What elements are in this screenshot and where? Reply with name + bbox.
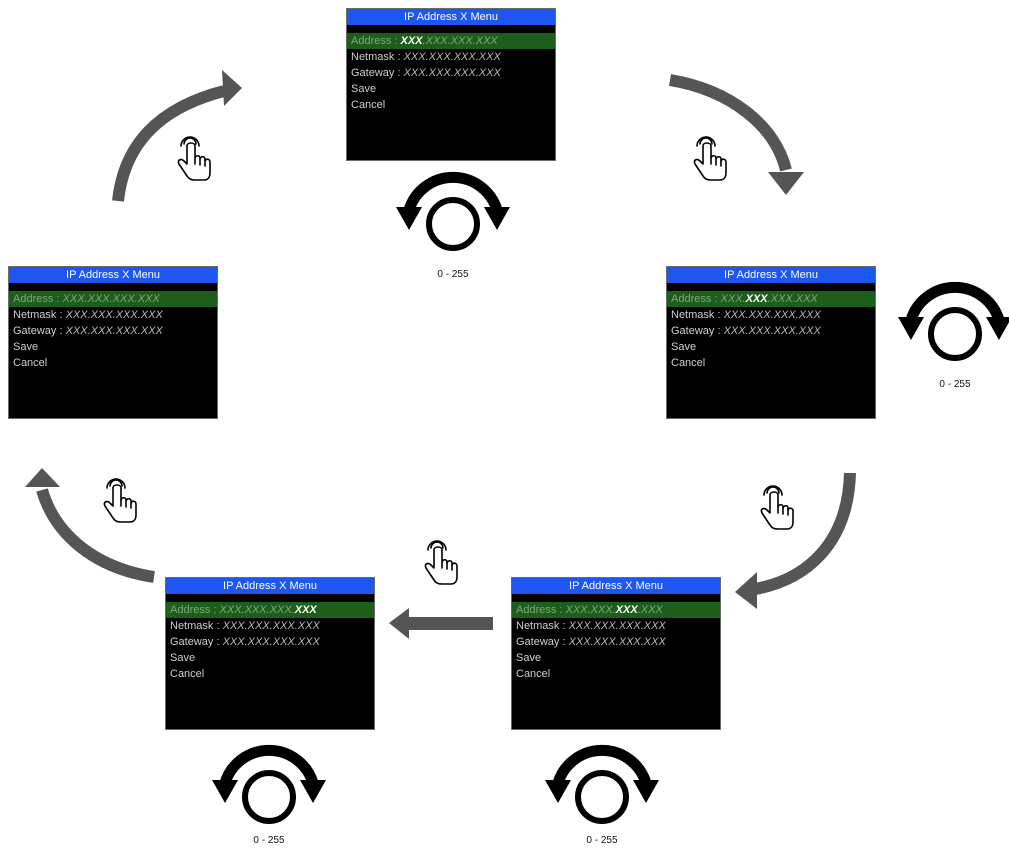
- address-label: Address: [170, 604, 211, 616]
- address-row[interactable]: Address : XXX.XXX.XXX.XXX: [9, 291, 217, 307]
- cancel-item[interactable]: Cancel: [9, 355, 217, 371]
- separator: :: [559, 636, 569, 648]
- netmask-value: XXX.XXX.XXX.XXX: [65, 309, 163, 321]
- address-row[interactable]: Address : XXX.XXX.XXX.XXX: [347, 33, 555, 49]
- separator: :: [714, 325, 724, 337]
- menu-title: IP Address X Menu: [347, 9, 555, 25]
- flow-arrow-2: [668, 74, 804, 195]
- gateway-row[interactable]: Gateway : XXX.XXX.XXX.XXX: [9, 323, 217, 339]
- flow-arrow-5: [25, 468, 155, 583]
- netmask-label: Netmask: [13, 309, 57, 321]
- separator: :: [213, 636, 223, 648]
- knob-range-label: 0 - 255: [253, 835, 285, 846]
- address-label: Address: [351, 35, 392, 47]
- gateway-label: Gateway: [671, 325, 715, 337]
- address-label: Address: [13, 293, 54, 305]
- save-item[interactable]: Save: [9, 339, 217, 355]
- gateway-label: Gateway: [13, 325, 57, 337]
- separator: :: [53, 293, 63, 305]
- separator: :: [711, 293, 721, 305]
- ip-menu-screen: IP Address X Menu Address : XXX.XXX.XXX.…: [511, 577, 721, 730]
- ip-menu-screen: IP Address X Menu Address : XXX.XXX.XXX.…: [165, 577, 375, 730]
- netmask-row[interactable]: Netmask : XXX.XXX.XXX.XXX: [347, 49, 555, 65]
- menu-title: IP Address X Menu: [166, 578, 374, 594]
- gateway-label: Gateway: [170, 636, 214, 648]
- netmask-label: Netmask: [516, 620, 560, 632]
- pointing-hand-icon: [103, 478, 137, 523]
- knob-range-label: 0 - 255: [586, 835, 618, 846]
- rotary-knob-icon: [545, 750, 659, 821]
- flow-arrow-3: [735, 472, 856, 609]
- separator: :: [210, 604, 220, 616]
- netmask-value: XXX.XXX.XXX.XXX: [568, 620, 666, 632]
- address-value: XXX.XXX.XXX.XXX: [720, 293, 818, 305]
- flow-arrow-1: [112, 70, 242, 202]
- address-row[interactable]: Address : XXX.XXX.XXX.XXX: [166, 602, 374, 618]
- pointing-hand-icon: [760, 485, 794, 530]
- separator: :: [391, 35, 401, 47]
- rotary-knob-icon: [212, 750, 326, 821]
- cancel-item[interactable]: Cancel: [667, 355, 875, 371]
- ip-menu-screen: IP Address X Menu Address : XXX.XXX.XXX.…: [8, 266, 218, 419]
- gateway-value: XXX.XXX.XXX.XXX: [568, 636, 666, 648]
- netmask-label: Netmask: [170, 620, 214, 632]
- cancel-item[interactable]: Cancel: [512, 666, 720, 682]
- rotary-knob-icon: [898, 287, 1009, 358]
- flow-arrow-4: [389, 608, 493, 639]
- menu-title: IP Address X Menu: [512, 578, 720, 594]
- gateway-row[interactable]: Gateway : XXX.XXX.XXX.XXX: [166, 634, 374, 650]
- address-value: XXX.XXX.XXX.XXX: [400, 35, 498, 47]
- netmask-row[interactable]: Netmask : XXX.XXX.XXX.XXX: [166, 618, 374, 634]
- separator: :: [56, 325, 66, 337]
- cancel-item[interactable]: Cancel: [347, 97, 555, 113]
- gateway-value: XXX.XXX.XXX.XXX: [222, 636, 320, 648]
- separator: :: [394, 51, 404, 63]
- knob-range-label: 0 - 255: [939, 379, 971, 390]
- gateway-row[interactable]: Gateway : XXX.XXX.XXX.XXX: [667, 323, 875, 339]
- netmask-label: Netmask: [671, 309, 715, 321]
- save-item[interactable]: Save: [512, 650, 720, 666]
- menu-title: IP Address X Menu: [667, 267, 875, 283]
- address-label: Address: [671, 293, 712, 305]
- separator: :: [213, 620, 223, 632]
- knob-range-label: 0 - 255: [437, 269, 469, 280]
- save-item[interactable]: Save: [347, 81, 555, 97]
- cancel-item[interactable]: Cancel: [166, 666, 374, 682]
- address-row[interactable]: Address : XXX.XXX.XXX.XXX: [667, 291, 875, 307]
- gateway-label: Gateway: [516, 636, 560, 648]
- menu-title: IP Address X Menu: [9, 267, 217, 283]
- address-label: Address: [516, 604, 557, 616]
- gateway-row[interactable]: Gateway : XXX.XXX.XXX.XXX: [512, 634, 720, 650]
- gateway-label: Gateway: [351, 67, 395, 79]
- ip-menu-screen: IP Address X Menu Address : XXX.XXX.XXX.…: [346, 8, 556, 161]
- gateway-row[interactable]: Gateway : XXX.XXX.XXX.XXX: [347, 65, 555, 81]
- address-row[interactable]: Address : XXX.XXX.XXX.XXX: [512, 602, 720, 618]
- save-item[interactable]: Save: [166, 650, 374, 666]
- netmask-value: XXX.XXX.XXX.XXX: [222, 620, 320, 632]
- pointing-hand-icon: [177, 136, 211, 181]
- address-value: XXX.XXX.XXX.XXX: [219, 604, 317, 616]
- netmask-value: XXX.XXX.XXX.XXX: [723, 309, 821, 321]
- pointing-hand-icon: [424, 540, 458, 585]
- separator: :: [556, 604, 566, 616]
- netmask-value: XXX.XXX.XXX.XXX: [403, 51, 501, 63]
- netmask-row[interactable]: Netmask : XXX.XXX.XXX.XXX: [667, 307, 875, 323]
- separator: :: [394, 67, 404, 79]
- rotary-knob-icon: [396, 177, 510, 248]
- separator: :: [559, 620, 569, 632]
- gateway-value: XXX.XXX.XXX.XXX: [403, 67, 501, 79]
- netmask-label: Netmask: [351, 51, 395, 63]
- save-item[interactable]: Save: [667, 339, 875, 355]
- netmask-row[interactable]: Netmask : XXX.XXX.XXX.XXX: [512, 618, 720, 634]
- separator: :: [714, 309, 724, 321]
- netmask-row[interactable]: Netmask : XXX.XXX.XXX.XXX: [9, 307, 217, 323]
- gateway-value: XXX.XXX.XXX.XXX: [723, 325, 821, 337]
- pointing-hand-icon: [693, 136, 727, 181]
- address-value: XXX.XXX.XXX.XXX: [62, 293, 160, 305]
- address-value: XXX.XXX.XXX.XXX: [565, 604, 663, 616]
- ip-menu-screen: IP Address X Menu Address : XXX.XXX.XXX.…: [666, 266, 876, 419]
- gateway-value: XXX.XXX.XXX.XXX: [65, 325, 163, 337]
- separator: :: [56, 309, 66, 321]
